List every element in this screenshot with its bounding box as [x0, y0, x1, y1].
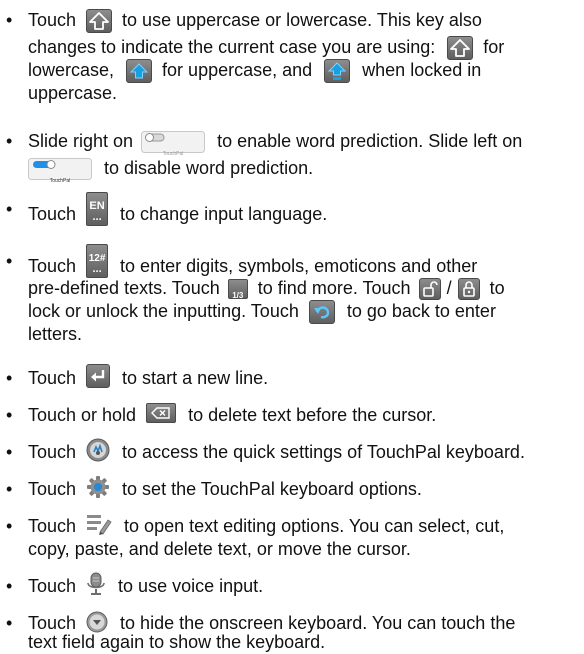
- language-key-bottom: ...: [92, 211, 102, 223]
- bullet-marker: •: [6, 576, 13, 596]
- text: Touch: [28, 10, 77, 30]
- shift-uppercase-icon: [126, 59, 153, 84]
- text: to delete text before the cursor.: [188, 405, 437, 425]
- text: to start a new line.: [122, 368, 269, 388]
- text-edit-icon: [86, 512, 112, 536]
- text: lowercase,: [28, 60, 115, 80]
- delete-key-icon: [146, 403, 177, 424]
- toggle-label: TouchPal: [49, 178, 71, 185]
- text: copy, paste, and delete text, or move th…: [28, 539, 411, 559]
- text: Touch: [28, 442, 77, 462]
- text: changes to indicate the current case you…: [28, 37, 436, 57]
- text: Touch: [28, 576, 77, 596]
- text: /: [446, 278, 452, 298]
- page-indicator-icon: 1/3: [227, 279, 248, 300]
- text: Slide right on: [28, 131, 134, 151]
- text: Touch: [28, 255, 77, 276]
- microphone-icon: [86, 572, 106, 596]
- text: to enable word prediction. Slide left on: [217, 131, 523, 151]
- shift-lowercase-icon: [447, 36, 474, 61]
- text: to open text editing options. You can se…: [124, 516, 505, 536]
- bullet-marker: •: [6, 131, 13, 151]
- text: to use uppercase or lowercase. This key …: [122, 10, 482, 30]
- text: for: [483, 37, 505, 57]
- bullet-marker: •: [6, 516, 13, 536]
- lock-icon: [457, 278, 480, 301]
- text: to hide the onscreen keyboard. You can t…: [120, 613, 516, 633]
- language-key-icon: EN ...: [86, 192, 109, 226]
- back-arrow-icon: [308, 300, 335, 325]
- text: to change input language.: [120, 203, 328, 224]
- text: text field again to show the keyboard.: [28, 632, 326, 652]
- text: pre-defined texts. Touch: [28, 278, 220, 298]
- enter-key-icon: [86, 364, 111, 389]
- text: Touch or hold: [28, 405, 137, 425]
- bullet-marker: •: [6, 613, 13, 633]
- text: to access the quick settings of TouchPal…: [122, 442, 525, 462]
- text: when locked in: [362, 60, 482, 80]
- text: to enter digits, symbols, emoticons and …: [120, 255, 478, 276]
- bullet-marker: •: [6, 199, 13, 219]
- text: to go back to enter: [346, 301, 496, 321]
- text: letters.: [28, 324, 83, 344]
- hide-keyboard-icon: [86, 611, 108, 633]
- bullet-marker: •: [6, 251, 13, 271]
- bullet-marker: •: [6, 405, 13, 425]
- prediction-toggle-off-icon: TouchPal: [141, 131, 206, 157]
- text: to: [489, 278, 505, 298]
- text: Touch: [28, 203, 77, 224]
- text: to disable word prediction.: [104, 158, 314, 178]
- bullet-marker: •: [6, 368, 13, 388]
- bullet-marker: •: [6, 442, 13, 462]
- text: lock or unlock the inputting. Touch: [28, 301, 299, 321]
- settings-gear-icon: [86, 475, 110, 499]
- text: Touch: [28, 368, 77, 388]
- text: to set the TouchPal keyboard options.: [122, 479, 422, 499]
- text: Touch: [28, 516, 77, 536]
- shift-locked-icon: [324, 59, 351, 84]
- shift-key-icon: [86, 9, 113, 34]
- text: uppercase.: [28, 83, 118, 103]
- text: for uppercase, and: [162, 60, 313, 80]
- text: to find more. Touch: [257, 278, 411, 298]
- text: to use voice input.: [118, 576, 264, 596]
- text: Touch: [28, 479, 77, 499]
- prediction-toggle-on-icon: TouchPal: [28, 158, 92, 184]
- text: Touch: [28, 613, 77, 633]
- unlock-icon: [418, 278, 441, 301]
- quick-settings-icon: [86, 438, 110, 462]
- bullet-marker: •: [6, 10, 13, 30]
- symbol-key-icon: 12# ...: [86, 244, 109, 278]
- bullet-marker: •: [6, 479, 13, 499]
